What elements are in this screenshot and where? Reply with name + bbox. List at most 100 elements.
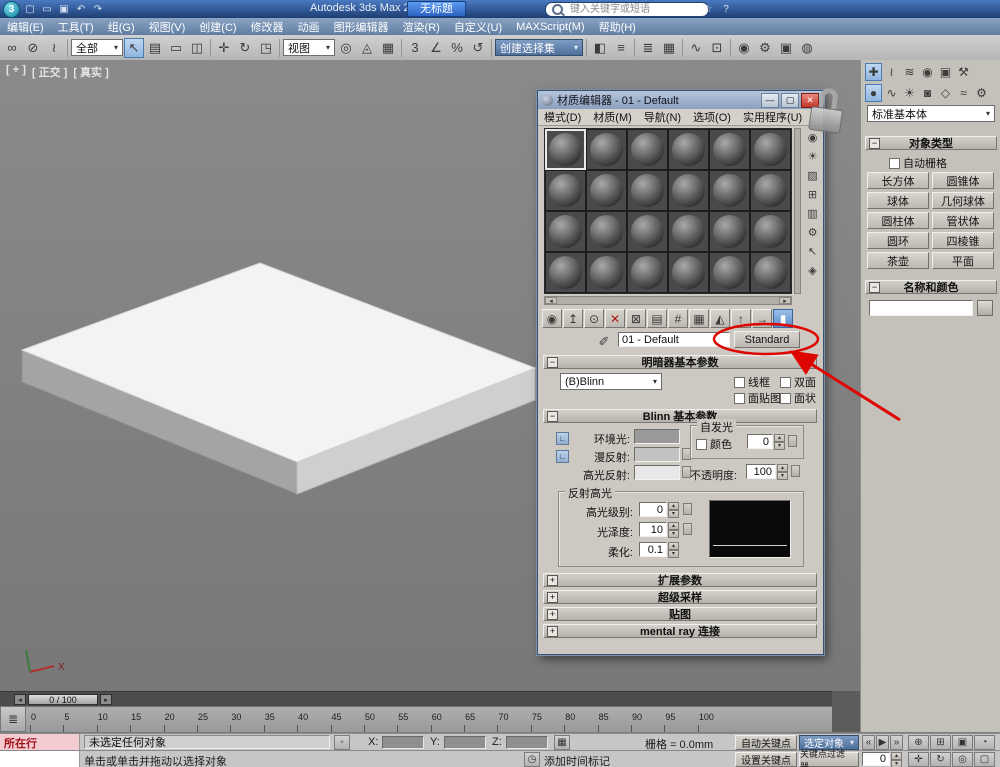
primitive-button[interactable]: 茶壶 [867, 252, 929, 269]
collapse-icon[interactable]: − [547, 357, 558, 368]
time-tag-clock-icon[interactable]: ◷ [524, 752, 540, 767]
material-map-navigator-icon[interactable]: ◈ [804, 261, 821, 279]
specular-level-field[interactable]: 0 [639, 502, 667, 517]
select-by-name-icon[interactable]: ▤ [145, 38, 165, 58]
backlight-icon[interactable]: ☀ [804, 147, 821, 165]
show-map-in-viewport-icon[interactable]: ▦ [689, 309, 709, 328]
sample-slot[interactable] [750, 129, 791, 170]
menu-item[interactable]: 帮助(H) [592, 19, 643, 35]
maxscript-listener-pink[interactable]: 所在行 [0, 734, 80, 751]
frame-spinner[interactable]: ▴▾ [891, 752, 902, 766]
sample-slot[interactable] [545, 170, 586, 211]
category-helpers-icon[interactable]: ◇ [937, 84, 954, 102]
y-coordinate-field[interactable] [444, 736, 486, 749]
x-coordinate-field[interactable] [382, 736, 424, 749]
faceted-checkbox[interactable]: 面状 [780, 390, 816, 406]
render-production-icon[interactable]: ◍ [797, 38, 817, 58]
go-to-start-icon[interactable]: « [862, 735, 875, 750]
mirror-icon[interactable]: ◧ [590, 38, 610, 58]
opacity-spinner[interactable]: ▴▾ [777, 464, 788, 479]
tab-modify-icon[interactable]: ≀ [883, 63, 900, 81]
wireframe-checkbox[interactable]: 线框 [734, 374, 770, 390]
show-end-result-icon[interactable]: ◭ [710, 309, 730, 328]
orbit-subobject-icon[interactable]: ◎ [952, 752, 973, 767]
rendered-frame-window-icon[interactable]: ▣ [776, 38, 796, 58]
menu-item[interactable]: 组(G) [101, 19, 142, 35]
window-crossing-icon[interactable]: ◫ [187, 38, 207, 58]
app-logo-icon[interactable]: 3 [3, 1, 20, 18]
sample-horizontal-scrollbar[interactable]: ◂ ▸ [544, 296, 792, 305]
search-box[interactable] [545, 2, 709, 17]
viewport-pov-label[interactable]: [ 正交 ] [32, 64, 67, 80]
material-editor-menu-item[interactable]: 材质(M) [587, 109, 638, 125]
frame-back-icon[interactable]: ◂ [14, 694, 26, 705]
shader-basic-params-rollout[interactable]: − 明暗器基本参数 [543, 355, 817, 369]
favorites-icon[interactable]: ☆ [700, 2, 716, 17]
material-editor-menu-item[interactable]: 实用程序(U) [737, 109, 808, 125]
render-setup-icon[interactable]: ⚙ [755, 38, 775, 58]
go-to-end-icon[interactable]: » [890, 735, 903, 750]
material-id-channel-icon[interactable]: # [668, 309, 688, 328]
self-illum-map-button[interactable] [788, 435, 797, 447]
current-frame-field[interactable]: 0 [862, 752, 890, 766]
self-illum-value-field[interactable]: 0 [747, 434, 773, 449]
select-and-manipulate-icon[interactable]: ◬ [357, 38, 377, 58]
specular-level-map-button[interactable] [683, 503, 692, 515]
object-type-rollout[interactable]: − 对象类型 [865, 136, 997, 150]
specular-level-spinner[interactable]: ▴▾ [668, 502, 679, 517]
put-to-library-icon[interactable]: ▤ [647, 309, 667, 328]
sample-slot[interactable] [668, 129, 709, 170]
ambient-color-swatch[interactable] [634, 429, 680, 444]
sample-slot[interactable] [709, 129, 750, 170]
time-slider[interactable]: ◂ 0 / 100 ▸ [0, 691, 860, 707]
collapse-icon[interactable]: − [547, 411, 558, 422]
key-filters-button[interactable]: 关键点过滤器... [799, 752, 859, 767]
geometry-category-dropdown[interactable]: 标准基本体 ▾ [867, 105, 995, 122]
sample-slot[interactable] [627, 252, 668, 293]
sample-slot[interactable] [545, 211, 586, 252]
material-editor-menu-item[interactable]: 选项(O) [687, 109, 737, 125]
primitive-button[interactable]: 长方体 [867, 172, 929, 189]
viewport-general-menu[interactable]: [ + ] [6, 64, 26, 80]
sample-slot[interactable] [586, 211, 627, 252]
sample-slot[interactable] [750, 211, 791, 252]
sample-slot[interactable] [750, 170, 791, 211]
material-name-field[interactable]: 01 - Default [618, 332, 730, 347]
category-shapes-icon[interactable]: ∿ [883, 84, 900, 102]
frame-forward-icon[interactable]: ▸ [100, 694, 112, 705]
maximize-button[interactable]: ▢ [781, 93, 799, 108]
add-time-tag-label[interactable]: 添加时间标记 [544, 753, 610, 767]
named-selection-set-dropdown[interactable]: 创建选择集 ▾ [495, 39, 583, 56]
category-lights-icon[interactable]: ☀ [901, 84, 918, 102]
self-illum-spinner[interactable]: ▴▾ [774, 434, 785, 449]
time-slider-handle[interactable]: 0 / 100 [28, 694, 98, 705]
primitive-button[interactable]: 圆柱体 [867, 212, 929, 229]
collapsed-rollout[interactable]: + 扩展参数 [543, 573, 817, 587]
glossiness-spinner[interactable]: ▴▾ [668, 522, 679, 537]
unlink-selection-icon[interactable]: ⊘ [23, 38, 43, 58]
face-map-checkbox[interactable]: 面贴图 [734, 390, 781, 406]
sample-slot[interactable] [627, 129, 668, 170]
selection-filter-dropdown[interactable]: 全部 ▾ [71, 39, 123, 56]
maximize-viewport-icon[interactable]: ▢ [974, 752, 995, 767]
graphite-modeling-icon[interactable]: ▦ [659, 38, 679, 58]
collapsed-rollout[interactable]: + 超级采样 [543, 590, 817, 604]
sample-slot[interactable] [709, 170, 750, 211]
select-and-move-icon[interactable]: ✛ [214, 38, 234, 58]
absolute-mode-icon[interactable]: ▦ [554, 735, 570, 750]
reset-map-icon[interactable]: ✕ [605, 309, 625, 328]
shader-type-dropdown[interactable]: (B)Blinn ▾ [560, 373, 662, 390]
object-name-field[interactable] [869, 300, 973, 316]
assign-material-to-selection-icon[interactable]: ⊙ [584, 309, 604, 328]
play-animation-icon[interactable]: ▶ [876, 735, 889, 750]
collapsed-rollout[interactable]: + 贴图 [543, 607, 817, 621]
sample-slot[interactable] [750, 252, 791, 293]
field-of-view-icon[interactable]: ◔ [974, 735, 995, 750]
bind-to-space-warp-icon[interactable]: ≀ [44, 38, 64, 58]
material-editor-titlebar[interactable]: 材质编辑器 - 01 - Default — ▢ ✕ [538, 91, 823, 109]
snap-toggle-3d-icon[interactable]: 3 [405, 38, 425, 58]
mini-listener-toggle-icon[interactable]: ≣ [0, 706, 26, 732]
category-spacewarps-icon[interactable]: ≈ [955, 84, 972, 102]
put-material-to-scene-icon[interactable]: ↥ [563, 309, 583, 328]
soften-field[interactable]: 0.1 [639, 542, 667, 557]
